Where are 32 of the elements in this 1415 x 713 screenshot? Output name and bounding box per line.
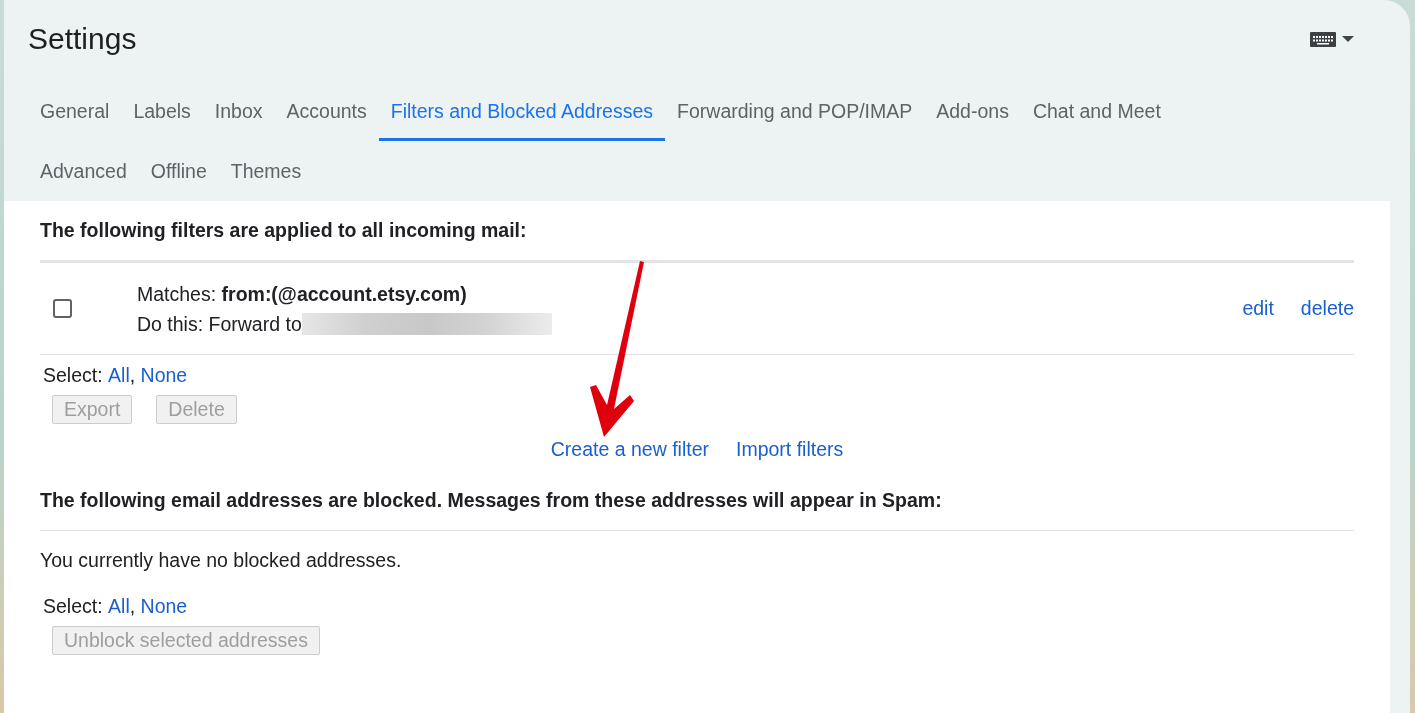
settings-tab[interactable]: Themes (218, 141, 314, 201)
settings-tab[interactable]: Offline (138, 141, 219, 201)
filter-action-link[interactable]: delete (1300, 297, 1354, 320)
filter-link[interactable]: Import filters (736, 438, 844, 461)
select-all-link[interactable]: All (108, 363, 130, 387)
keyboard-icon[interactable] (1310, 31, 1336, 47)
settings-tab[interactable]: Forwarding and POP/IMAP (665, 81, 925, 141)
settings-tab[interactable]: Chat and Meet (1020, 81, 1173, 141)
empty-message: You currently have no blocked addresses. (40, 548, 403, 572)
select-none-link[interactable]: None (140, 594, 188, 618)
select-all-link[interactable]: All (108, 594, 130, 618)
settings-tab[interactable]: Inbox (202, 81, 275, 141)
page-title: Settings (28, 22, 137, 56)
settings-tab[interactable]: Advanced (28, 141, 139, 201)
filter-action: Do this: Forward to (137, 311, 302, 337)
dropdown-caret-icon[interactable] (1342, 36, 1354, 42)
filter-link[interactable]: Create a new filter (550, 438, 709, 461)
select-none-link[interactable]: None (140, 363, 188, 387)
separator-text: , (129, 363, 137, 387)
settings-tab[interactable]: Labels (121, 81, 203, 141)
select-label: Select: (43, 363, 104, 387)
filter-action-link[interactable]: edit (1242, 297, 1274, 320)
section-heading: The following email addresses are blocked. Messages from these addresses will appear in Spam: (40, 471, 1354, 531)
separator-text: , (129, 594, 137, 618)
section-heading: The following filters are applied to all incoming mail: (40, 201, 1354, 263)
select-label: Select: (43, 594, 104, 618)
settings-tab[interactable]: Filters and Blocked Addresses (378, 81, 666, 141)
settings-tab[interactable]: Add-ons (924, 81, 1021, 141)
filter-checkbox[interactable] (53, 299, 72, 318)
settings-tab[interactable]: General (28, 81, 122, 141)
filter-criteria: Matches: from:(@account.etsy.com) (137, 281, 468, 307)
settings-tab[interactable]: Accounts (274, 81, 379, 141)
